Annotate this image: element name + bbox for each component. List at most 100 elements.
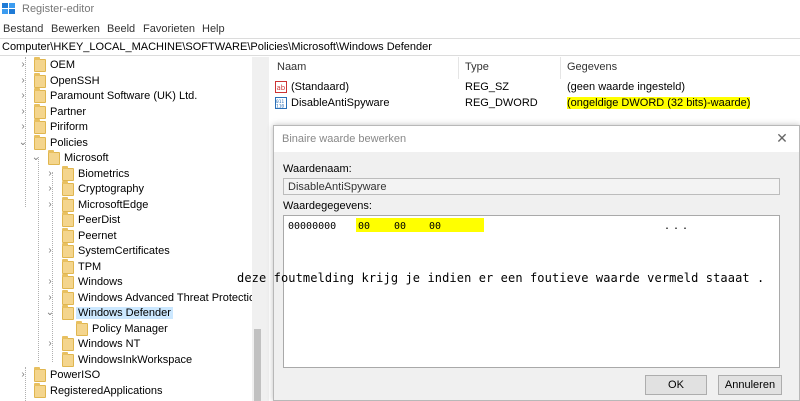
window-title: Register-editor xyxy=(22,3,95,15)
hex-editor[interactable]: 00000000 00 00 00 ... xyxy=(283,215,780,368)
hex-byte[interactable]: 00 xyxy=(394,221,406,232)
tree-item-label: Windows Defender xyxy=(76,307,173,319)
value-row[interactable]: ab (Standaard) REG_SZ (geen waarde inges… xyxy=(269,79,800,95)
column-name-header[interactable]: Naam xyxy=(277,61,306,73)
tree-item[interactable]: › Windows NT xyxy=(0,336,263,353)
tree-item-label: Biometrics xyxy=(78,167,130,180)
folder-icon xyxy=(34,72,46,88)
dialog-title-bar: Binaire waarde bewerken ✕ xyxy=(274,126,799,152)
tree-item[interactable]: Policy Manager xyxy=(0,320,263,338)
value-name-field: DisableAntiSpyware xyxy=(283,178,780,195)
tree-item[interactable]: ⌄ Windows Defender xyxy=(0,305,263,322)
tree-item-label: SystemCertificates xyxy=(78,245,170,257)
chevron-down-icon[interactable]: ⌄ xyxy=(45,308,55,318)
column-type-header[interactable]: Type xyxy=(465,61,489,73)
value-row[interactable]: 011 110 DisableAntiSpyware REG_DWORD (on… xyxy=(269,95,800,111)
menu-bar: Bestand Bewerken Beeld Favorieten Help xyxy=(0,20,800,38)
chevron-right-icon[interactable]: › xyxy=(18,75,28,86)
tree-item-label: PeerDist xyxy=(78,214,121,226)
tree-item-label: MicrosoftEdge xyxy=(78,198,149,211)
menu-bestand[interactable]: Bestand xyxy=(3,23,43,35)
chevron-right-icon[interactable]: › xyxy=(18,60,28,70)
tree-item[interactable]: › Windows xyxy=(0,274,263,291)
hex-byte[interactable]: 00 xyxy=(429,221,441,232)
folder-icon xyxy=(34,57,46,72)
menu-favorieten[interactable]: Favorieten xyxy=(143,23,195,35)
tree-item[interactable]: RegisteredApplications xyxy=(0,382,263,400)
folder-icon xyxy=(62,305,74,320)
tree-item[interactable]: TPM xyxy=(0,258,263,276)
tree-item[interactable]: ⌄ Policies xyxy=(0,134,263,152)
address-path[interactable]: Computer\HKEY_LOCAL_MACHINE\SOFTWARE\Pol… xyxy=(2,41,432,53)
chevron-right-icon[interactable]: › xyxy=(45,184,55,194)
column-data-header[interactable]: Gegevens xyxy=(567,61,617,73)
chevron-right-icon[interactable]: › xyxy=(45,277,55,287)
tree-item[interactable]: › SystemCertificates xyxy=(0,243,263,260)
folder-icon xyxy=(62,289,74,305)
tree-item[interactable]: › Biometrics xyxy=(0,165,263,183)
tree-item[interactable]: PeerDist xyxy=(0,212,263,229)
tree-item[interactable]: › Piriform xyxy=(0,119,263,136)
tree-item-label: Microsoft xyxy=(64,152,109,164)
value-data-highlighted: (ongeldige DWORD (32 bits)-waarde) xyxy=(567,97,751,109)
tree-scroll-thumb[interactable] xyxy=(254,329,261,401)
tree-item[interactable]: › PowerISO xyxy=(0,367,263,384)
chevron-right-icon[interactable]: › xyxy=(18,106,28,117)
column-separator[interactable] xyxy=(560,57,561,79)
folder-icon xyxy=(34,88,46,103)
tree-item[interactable]: › Windows Advanced Threat Protection xyxy=(0,289,263,307)
chevron-right-icon[interactable]: › xyxy=(45,168,55,179)
tree-item[interactable]: › MicrosoftEdge xyxy=(0,196,263,214)
tree-item-label: Policy Manager xyxy=(92,322,168,335)
value-name-label: Waardenaam: xyxy=(283,163,352,175)
tree-item[interactable]: Peernet xyxy=(0,227,263,245)
tree-item-label: Peernet xyxy=(78,229,117,242)
svg-text:110: 110 xyxy=(276,104,284,110)
ok-button[interactable]: OK xyxy=(645,375,707,395)
tree-item[interactable]: › OpenSSH xyxy=(0,72,263,90)
tree-item[interactable]: ⌄ Microsoft xyxy=(0,150,263,167)
folder-icon xyxy=(62,196,74,212)
hex-ascii: ... xyxy=(664,221,692,232)
chevron-right-icon[interactable]: › xyxy=(45,339,55,349)
hex-offset: 00000000 xyxy=(288,221,337,232)
folder-icon xyxy=(48,150,60,165)
chevron-right-icon[interactable]: › xyxy=(18,91,28,101)
column-separator[interactable] xyxy=(458,57,459,79)
folder-icon xyxy=(62,336,74,351)
tree-item[interactable]: › Paramount Software (UK) Ltd. xyxy=(0,88,263,105)
folder-icon xyxy=(62,227,74,243)
value-name: DisableAntiSpyware xyxy=(291,97,390,109)
tree-item-label: Cryptography xyxy=(78,183,145,195)
tree-item-label: Windows NT xyxy=(78,338,141,350)
address-bar[interactable]: Computer\HKEY_LOCAL_MACHINE\SOFTWARE\Pol… xyxy=(0,38,800,56)
value-name: (Standaard) xyxy=(291,81,350,93)
tree-item[interactable]: › OEM xyxy=(0,57,263,74)
tree-item-label: Partner xyxy=(50,105,87,118)
chevron-right-icon[interactable]: › xyxy=(18,122,28,132)
chevron-down-icon[interactable]: ⌄ xyxy=(31,153,41,163)
tree-item[interactable]: › Partner xyxy=(0,103,263,121)
chevron-down-icon[interactable]: ⌄ xyxy=(18,137,28,148)
folder-icon xyxy=(62,351,74,367)
title-bar: Register-editor xyxy=(0,0,800,20)
tree-item[interactable]: WindowsInkWorkspace xyxy=(0,351,263,369)
chevron-right-icon[interactable]: › xyxy=(45,246,55,256)
menu-help[interactable]: Help xyxy=(202,23,225,35)
cancel-button[interactable]: Annuleren xyxy=(718,375,782,395)
edit-binary-dialog: Binaire waarde bewerken ✕ Waardenaam: Di… xyxy=(273,125,800,401)
chevron-right-icon[interactable]: › xyxy=(45,199,55,210)
menu-bewerken[interactable]: Bewerken xyxy=(51,23,100,35)
chevron-right-icon[interactable]: › xyxy=(45,292,55,303)
chevron-right-icon[interactable]: › xyxy=(18,370,28,380)
folder-icon xyxy=(34,134,46,150)
hex-byte[interactable]: 00 xyxy=(358,221,370,232)
folder-icon xyxy=(62,181,74,196)
folder-icon xyxy=(76,320,88,336)
menu-beeld[interactable]: Beeld xyxy=(107,23,135,35)
tree-scrollbar[interactable] xyxy=(252,57,263,401)
tree-item-label: TPM xyxy=(78,260,102,273)
close-icon[interactable]: ✕ xyxy=(775,131,789,145)
annotation-text: deze foutmelding krijg je indien er een … xyxy=(237,271,765,285)
tree-item[interactable]: › Cryptography xyxy=(0,181,263,198)
